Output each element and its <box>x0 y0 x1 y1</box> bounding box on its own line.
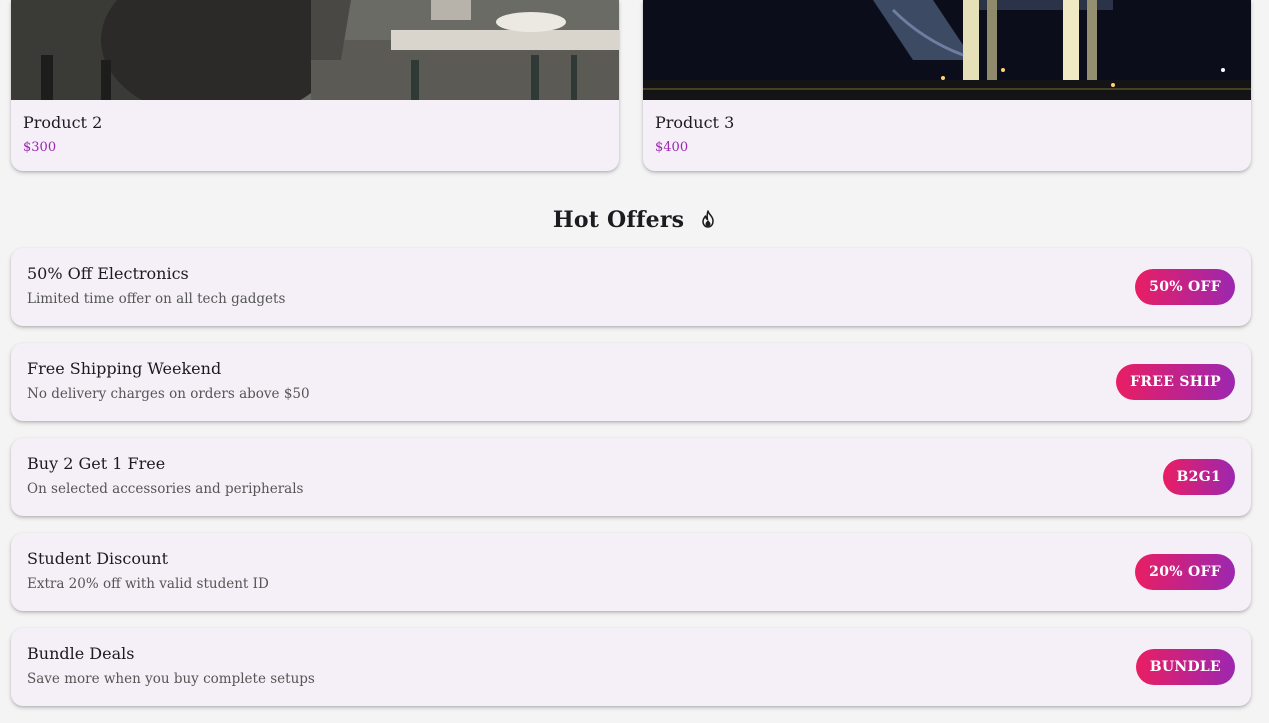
offer-description: No delivery charges on orders above $50 <box>27 386 310 402</box>
offer-badge[interactable]: 50% OFF <box>1135 269 1235 305</box>
offer-title: Bundle Deals <box>27 644 135 663</box>
offer-card[interactable]: Student Discount Extra 20% off with vali… <box>11 533 1251 611</box>
offer-title: Free Shipping Weekend <box>27 359 222 378</box>
offer-card[interactable]: Bundle Deals Save more when you buy comp… <box>11 628 1251 706</box>
offer-badge[interactable]: B2G1 <box>1162 459 1235 495</box>
offer-badge[interactable]: BUNDLE <box>1135 649 1235 685</box>
offer-description: On selected accessories and peripherals <box>27 481 304 497</box>
section-title: Hot Offers <box>0 207 1269 234</box>
product-image <box>643 0 1251 100</box>
product-name: Product 2 <box>23 113 103 132</box>
offer-description: Limited time offer on all tech gadgets <box>27 291 286 307</box>
product-price: $400 <box>655 140 689 155</box>
offer-card[interactable]: 50% Off Electronics Limited time offer o… <box>11 248 1251 326</box>
offer-title: 50% Off Electronics <box>27 264 189 283</box>
offer-card[interactable]: Free Shipping Weekend No delivery charge… <box>11 343 1251 421</box>
product-grid: Product 2 $300 Product 3 $400 <box>11 0 1251 171</box>
offer-title: Buy 2 Get 1 Free <box>27 454 166 473</box>
product-price: $300 <box>23 140 57 155</box>
product-card[interactable]: Product 3 $400 <box>643 0 1251 171</box>
offer-description: Extra 20% off with valid student ID <box>27 576 269 592</box>
offer-description: Save more when you buy complete setups <box>27 671 315 687</box>
fire-icon <box>700 208 716 234</box>
offer-title: Student Discount <box>27 549 169 568</box>
product-card[interactable]: Product 2 $300 <box>11 0 619 171</box>
offer-badge[interactable]: FREE SHIP <box>1116 364 1235 400</box>
product-name: Product 3 <box>655 113 735 132</box>
offer-card[interactable]: Buy 2 Get 1 Free On selected accessories… <box>11 438 1251 516</box>
offer-badge[interactable]: 20% OFF <box>1135 554 1235 590</box>
product-image <box>11 0 619 100</box>
offers-list: 50% Off Electronics Limited time offer o… <box>11 248 1251 723</box>
section-title-text: Hot Offers <box>552 207 685 233</box>
